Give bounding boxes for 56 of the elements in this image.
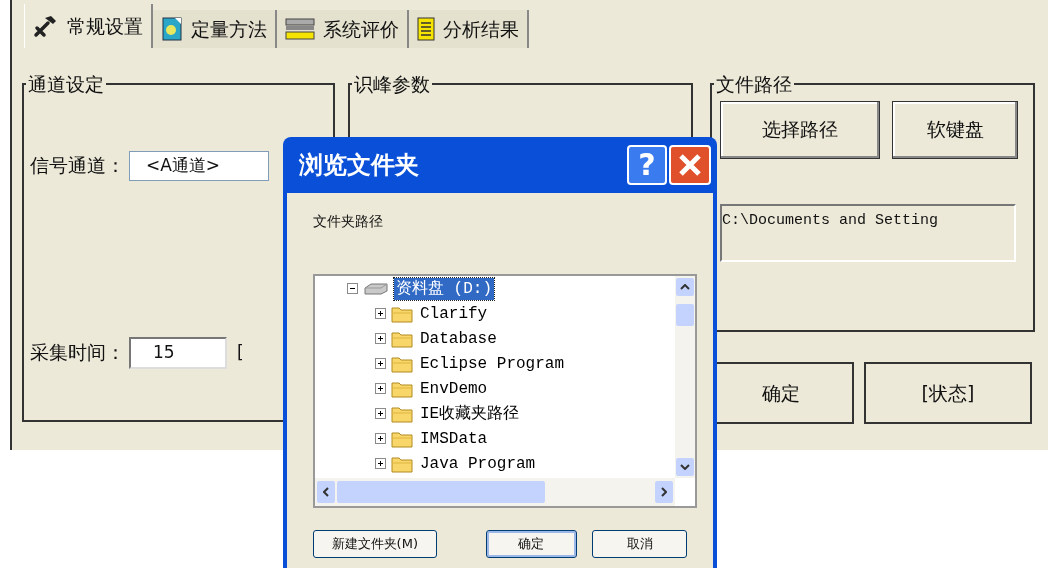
folder-icon — [391, 354, 413, 373]
close-button[interactable] — [669, 145, 711, 185]
expand-icon[interactable] — [375, 458, 386, 469]
folder-label[interactable]: IE收藏夹路径 — [418, 402, 522, 425]
expand-icon[interactable] — [375, 408, 386, 419]
folder-label[interactable]: EnvDemo — [418, 377, 490, 400]
dialog-button[interactable]: 取消 — [592, 530, 687, 558]
group-title: 识峰参数 — [353, 72, 431, 97]
help-button[interactable]: ? — [627, 145, 667, 185]
folder-icon — [391, 429, 413, 448]
expand-icon[interactable] — [375, 308, 386, 319]
dialog-button[interactable]: 新建文件夹(M) — [313, 530, 437, 558]
folder-icon — [391, 379, 413, 398]
expand-icon[interactable] — [375, 333, 386, 344]
scroll-thumb[interactable] — [676, 304, 694, 326]
expand-icon[interactable] — [375, 433, 386, 444]
folder-icon — [391, 404, 413, 423]
tab[interactable]: 定量方法 — [153, 10, 277, 48]
folder-label[interactable]: Database — [418, 327, 499, 350]
close-icon — [677, 152, 703, 178]
dialog-prompt: 文件夹路径 — [313, 212, 384, 231]
path-button[interactable]: 选择路径 — [720, 100, 880, 159]
group-title: 文件路径 — [715, 72, 793, 97]
folder-label[interactable]: Clarify — [418, 302, 490, 325]
path-field: C:\Documents and Setting — [720, 203, 1016, 262]
horizontal-scrollbar[interactable] — [315, 478, 675, 506]
vertical-scrollbar[interactable] — [675, 276, 695, 478]
expand-icon[interactable] — [375, 358, 386, 369]
folder-icon — [391, 304, 413, 323]
scroll-thumb[interactable] — [337, 481, 545, 503]
dialog-button[interactable]: 确定 — [485, 530, 578, 558]
ruler-icon — [285, 17, 315, 41]
folder-icon — [391, 454, 413, 473]
folder-label[interactable]: Eclipse Program — [418, 352, 567, 375]
channel-dropdown[interactable]: <A通道> — [129, 150, 269, 181]
folder-label[interactable]: IMSData — [418, 427, 490, 450]
collapse-icon[interactable] — [347, 283, 358, 294]
document-icon — [161, 16, 183, 42]
field-label: 采集时间： — [30, 340, 125, 366]
list-icon — [417, 17, 435, 41]
tools-icon — [33, 14, 59, 38]
folder-label[interactable]: 资料盘 (D:) — [394, 277, 494, 300]
path-button[interactable]: 软键盘 — [892, 100, 1018, 159]
dialog-title: 浏览文件夹 — [299, 149, 420, 181]
group-title: 通道设定 — [27, 72, 105, 97]
folder-icon — [391, 329, 413, 348]
folder-label[interactable]: Java Program — [418, 452, 538, 475]
tab[interactable]: 系统评价 — [277, 10, 409, 48]
tab[interactable]: 分析结果 — [409, 10, 529, 48]
unit-label: [ — [237, 340, 244, 364]
expand-icon[interactable] — [375, 383, 386, 394]
drive-icon — [363, 281, 389, 296]
field-label: 信号通道： — [30, 153, 125, 179]
time-input[interactable]: 15 — [129, 336, 227, 369]
tab[interactable]: 常规设置 — [24, 4, 153, 48]
action-button[interactable]: [状态] — [864, 362, 1032, 424]
